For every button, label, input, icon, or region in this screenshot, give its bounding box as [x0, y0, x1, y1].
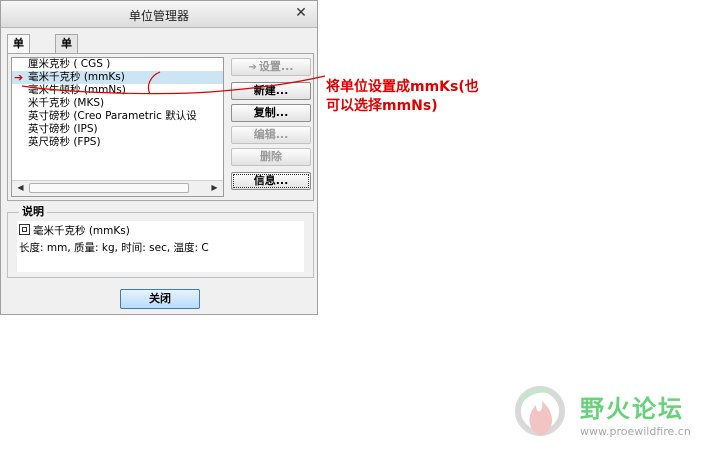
watermark-url: www.proewildfire.cn — [580, 425, 691, 438]
annotation-note: 将单位设置成mmKs(也 可以选择mmNs) — [326, 78, 479, 116]
annotation-line-1: 将单位设置成mmKs(也 — [326, 79, 479, 95]
annotation-line-2: 可以选择mmNs) — [326, 98, 438, 114]
flame-logo-icon — [515, 386, 565, 436]
watermark: 野火论坛 www.proewildfire.cn — [508, 383, 718, 445]
watermark-title: 野火论坛 — [580, 395, 684, 423]
